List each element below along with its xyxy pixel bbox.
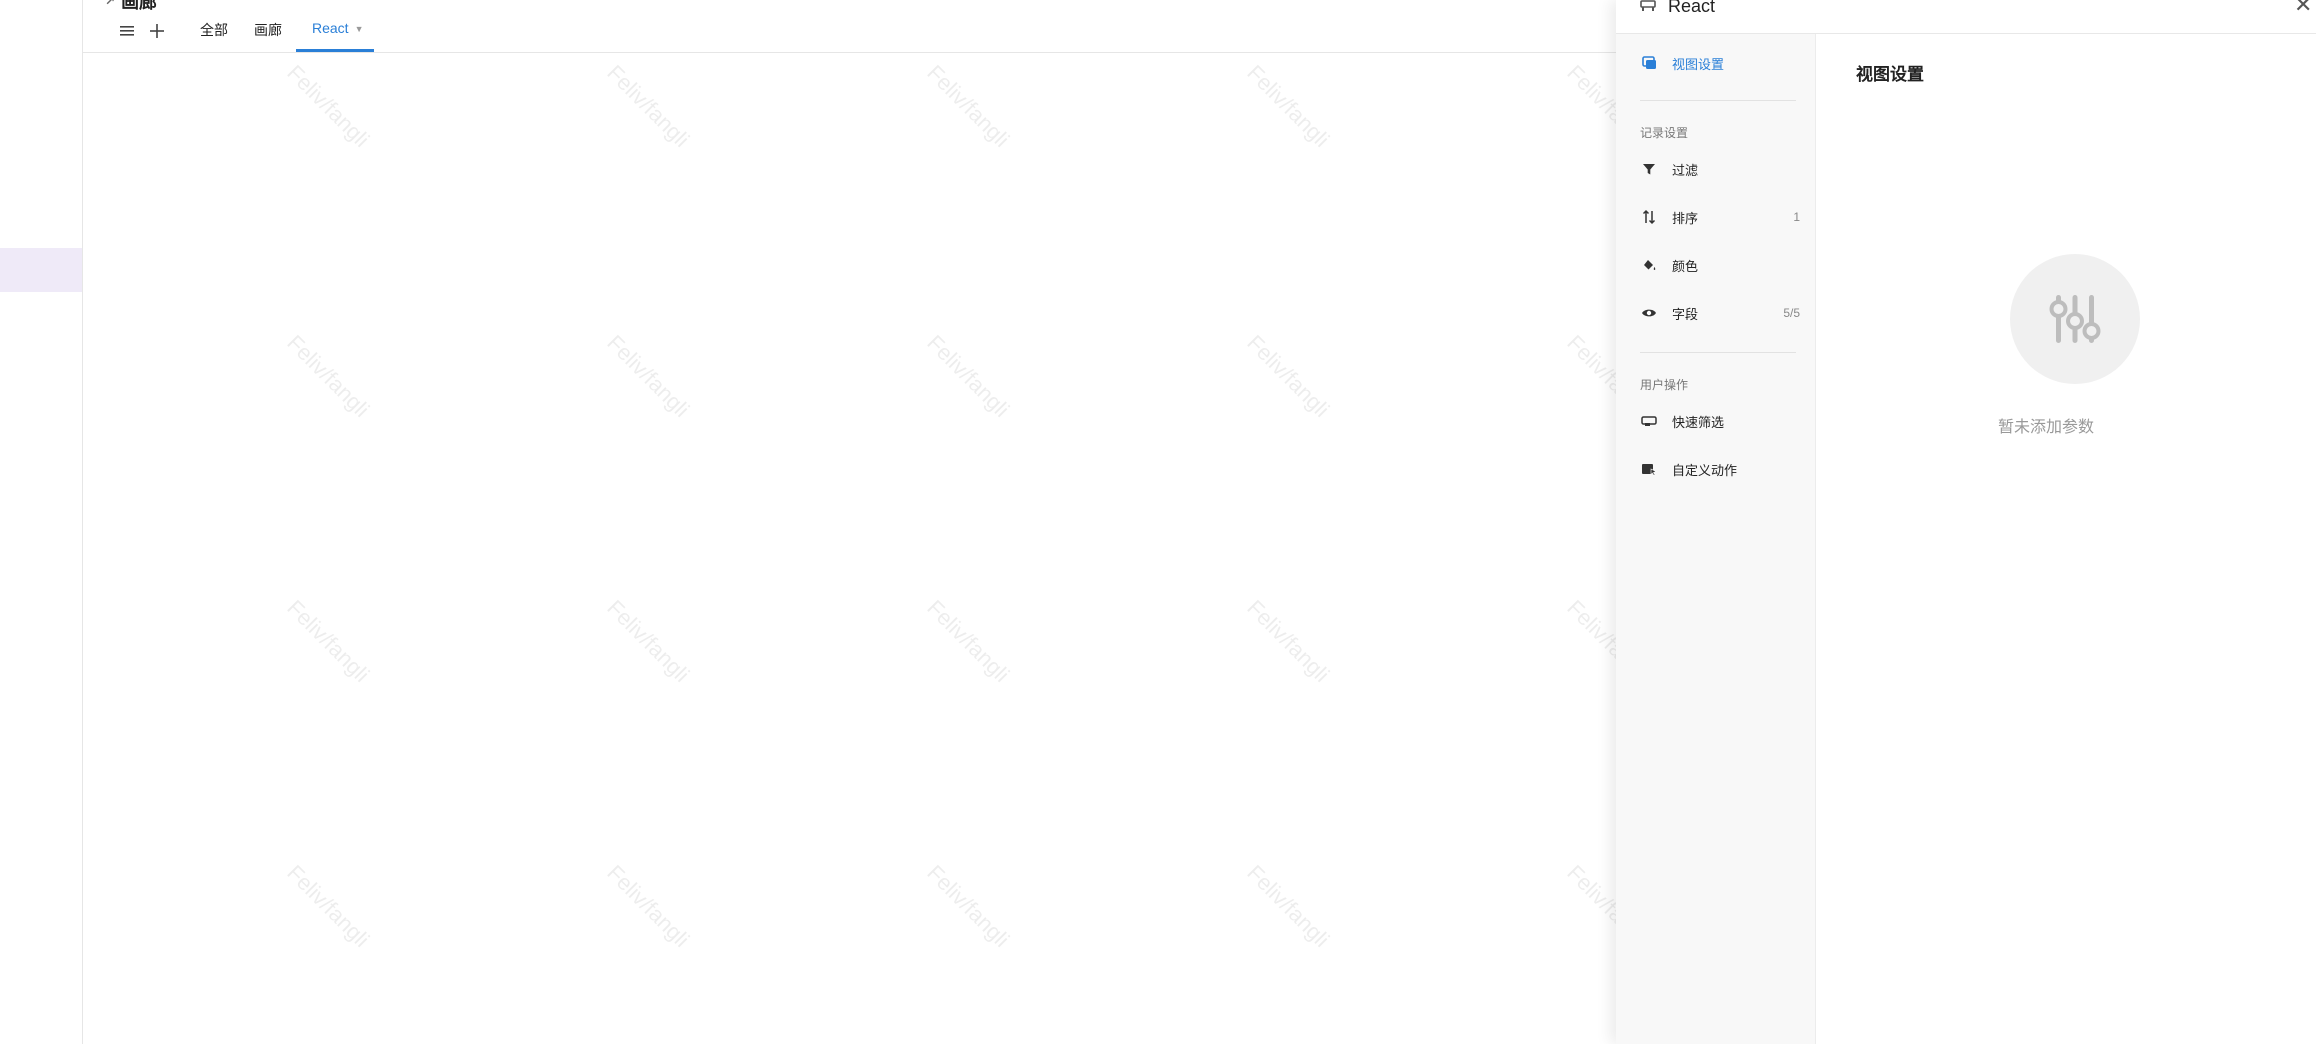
tab-label: 画廊	[254, 22, 282, 38]
nav-quick-filter[interactable]: 快速筛选	[1640, 407, 1800, 435]
nav-label: 字段	[1672, 306, 1699, 322]
tab-label: 全部	[200, 22, 228, 38]
quick-filter-icon	[1640, 412, 1658, 430]
nav-label: 自定义动作	[1672, 462, 1738, 478]
add-view-icon[interactable]	[146, 20, 168, 42]
active-tab-indicator	[296, 49, 374, 52]
nav-filter[interactable]: 过滤	[1640, 155, 1800, 183]
tab-label: React	[312, 20, 349, 36]
nav-sort[interactable]: 排序 1	[1640, 203, 1800, 231]
panel-header: React ✕	[1616, 0, 2316, 34]
nav-view-settings[interactable]: 视图设置	[1640, 49, 1800, 77]
view-settings-icon	[1640, 54, 1658, 72]
divider	[1640, 352, 1796, 353]
settings-content: 视图设置 暂未添加参数	[1816, 34, 2316, 1044]
content-title: 视图设置	[1856, 65, 1924, 84]
settings-nav: 视图设置 记录设置 过滤 排序 1 颜色 字段 5/5 用户操作 快速筛选 自定…	[1616, 34, 1816, 1044]
nav-label: 过滤	[1672, 162, 1699, 178]
nav-color[interactable]: 颜色	[1640, 251, 1800, 279]
sliders-icon	[2010, 254, 2140, 384]
caret-down-icon[interactable]: ▼	[355, 24, 364, 34]
tab-all[interactable]: 全部	[200, 20, 228, 50]
nav-label: 颜色	[1672, 258, 1699, 274]
eye-icon	[1640, 304, 1658, 322]
paint-bucket-icon	[1640, 256, 1658, 274]
record-settings-section: 记录设置	[1640, 126, 1689, 140]
menu-icon[interactable]	[116, 20, 138, 42]
sort-icon	[1640, 208, 1658, 226]
close-icon[interactable]: ✕	[2294, 0, 2312, 18]
sort-count: 1	[1793, 210, 1800, 224]
custom-action-icon	[1640, 460, 1658, 478]
user-actions-section: 用户操作	[1640, 378, 1689, 392]
panel-title: React	[1668, 0, 1716, 16]
filter-icon	[1640, 160, 1658, 178]
tab-gallery[interactable]: 画廊	[254, 20, 282, 50]
nav-fields[interactable]: 字段 5/5	[1640, 299, 1800, 327]
left-sidebar	[0, 0, 83, 1044]
nav-label: 快速筛选	[1672, 414, 1725, 430]
sidebar-active-item[interactable]	[0, 248, 82, 292]
tab-react[interactable]: React ▼	[312, 20, 364, 50]
view-type-icon	[1640, 0, 1656, 11]
nav-label: 视图设置	[1672, 56, 1725, 72]
nav-label: 排序	[1672, 210, 1699, 226]
nav-custom-action[interactable]: 自定义动作	[1640, 455, 1800, 483]
view-settings-panel: React ✕ 视图设置 记录设置 过滤 排序 1 颜色 字段 5/5 用户操作…	[1616, 0, 2316, 1044]
empty-state-text: 暂未添加参数	[1997, 419, 2094, 436]
divider	[1640, 100, 1796, 101]
fields-count: 5/5	[1783, 306, 1800, 320]
view-tab-bar: 全部 画廊 React ▼	[83, 0, 1616, 53]
